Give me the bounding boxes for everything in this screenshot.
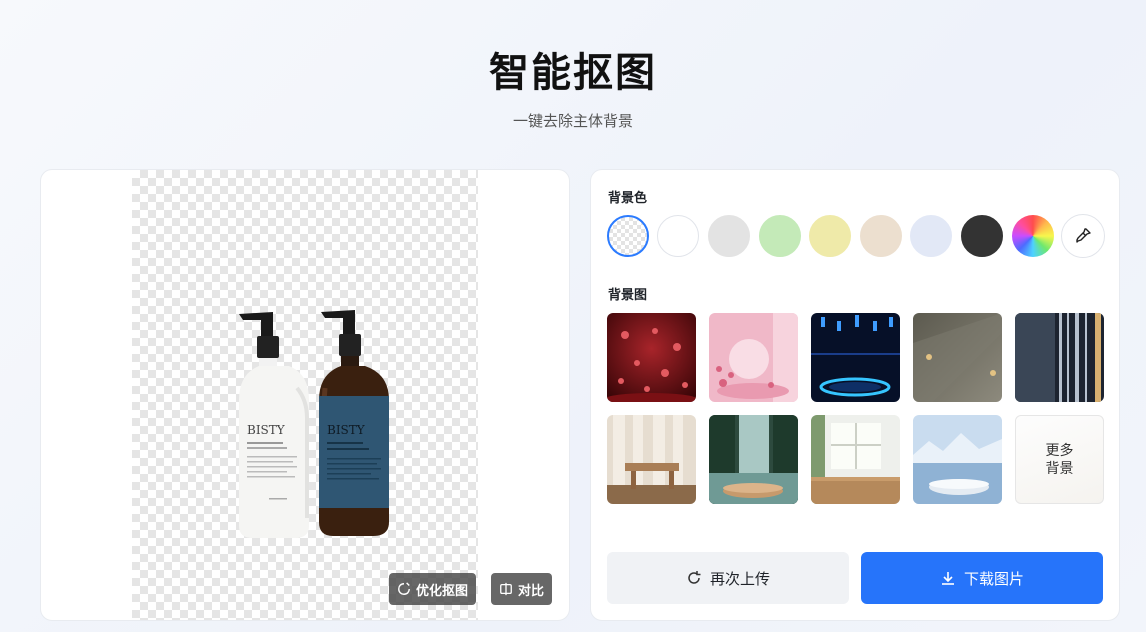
page-title: 智能抠图 xyxy=(489,50,657,96)
swatch-white[interactable] xyxy=(657,215,699,257)
page-subtitle: 一键去除主体背景 xyxy=(512,112,633,130)
bg-thumb-blue-stage[interactable] xyxy=(811,313,900,402)
swatch-beige[interactable] xyxy=(860,215,902,257)
bg-thumb-forest-waterfall[interactable] xyxy=(709,415,798,504)
background-color-label: 背景色 xyxy=(608,191,648,206)
swatch-light-green[interactable] xyxy=(759,215,801,257)
download-label: 下载图片 xyxy=(963,569,1024,588)
background-settings-panel: 背景色 背景图 更多 背景 再次上传 下载图片 xyxy=(590,169,1120,621)
bg-thumb-mountain-lake[interactable] xyxy=(913,415,1002,504)
swatch-light-yellow[interactable] xyxy=(809,215,851,257)
swatch-light-gray[interactable] xyxy=(708,215,750,257)
reupload-button[interactable]: 再次上传 xyxy=(607,552,849,604)
more-backgrounds-line2: 背景 xyxy=(1045,460,1074,477)
bg-thumb-pink-arch[interactable] xyxy=(709,313,798,402)
compare-icon xyxy=(500,582,512,596)
optimize-cutout-button[interactable]: 优化抠图 xyxy=(389,573,477,605)
download-button[interactable]: 下载图片 xyxy=(861,552,1103,604)
download-icon xyxy=(941,572,954,585)
swatch-light-blue[interactable] xyxy=(910,215,952,257)
refine-icon xyxy=(398,582,410,595)
bg-thumb-curtain-stool[interactable] xyxy=(607,415,696,504)
more-backgrounds-button[interactable]: 更多 背景 xyxy=(1015,415,1104,504)
more-backgrounds-line1: 更多 xyxy=(1045,442,1074,459)
white-bottle-brand: BISTY xyxy=(247,423,286,437)
bg-thumb-red-hearts[interactable] xyxy=(607,313,696,402)
reupload-label: 再次上传 xyxy=(709,569,770,588)
refresh-icon xyxy=(688,571,701,584)
compare-button[interactable]: 对比 xyxy=(491,573,553,605)
brown-bottle-brand: BISTY xyxy=(327,423,366,437)
eyedropper-button[interactable] xyxy=(1061,214,1105,258)
product-image: BISTY BISTY xyxy=(239,310,389,538)
bg-thumb-gray-wall[interactable] xyxy=(913,313,1002,402)
background-image-label: 背景图 xyxy=(608,288,648,303)
swatch-transparent[interactable] xyxy=(607,215,649,257)
bg-thumb-dark-stripes[interactable] xyxy=(1015,313,1104,402)
swatch-dark-gray[interactable] xyxy=(961,215,1003,257)
bg-thumb-window-table[interactable] xyxy=(811,415,900,504)
eyedropper-icon xyxy=(1076,228,1091,243)
color-wheel-icon[interactable] xyxy=(1012,215,1054,257)
compare-label: 对比 xyxy=(518,583,545,599)
optimize-cutout-label: 优化抠图 xyxy=(416,583,469,599)
image-preview-card: BISTY BISTY 优化抠图 对比 xyxy=(40,169,570,621)
